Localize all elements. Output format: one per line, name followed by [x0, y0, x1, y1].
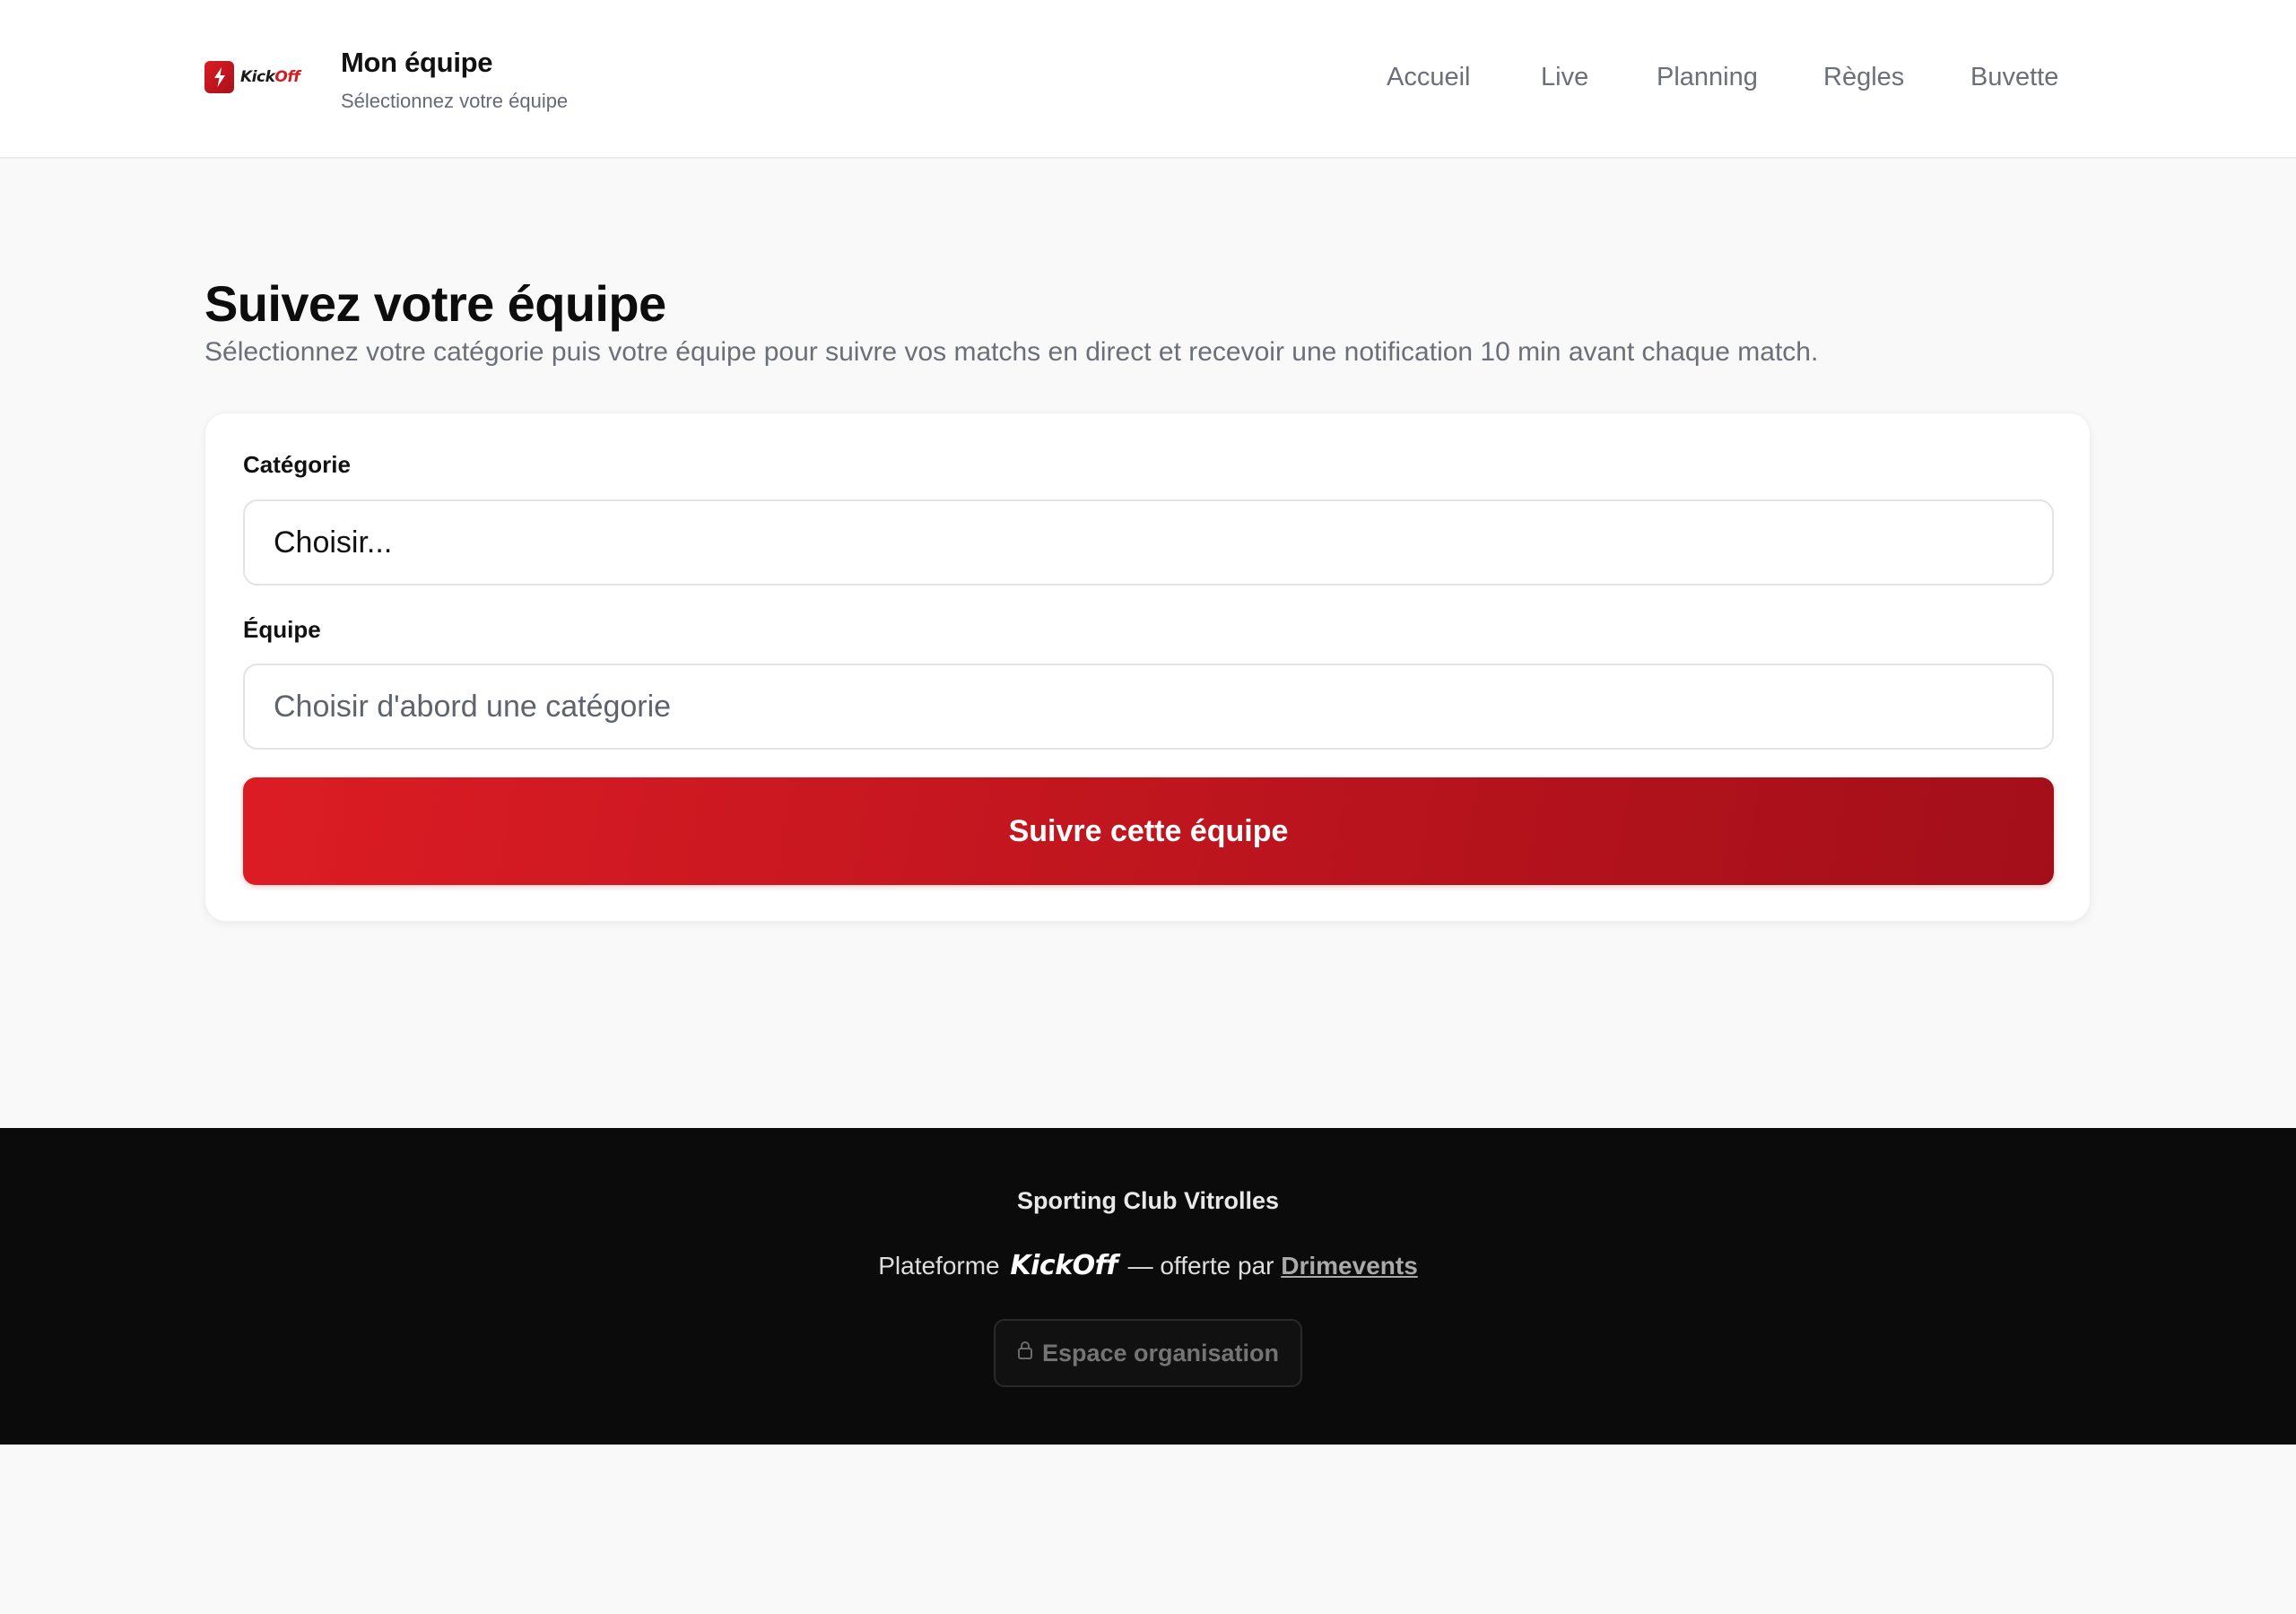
page-title: Mon équipe [341, 47, 493, 78]
team-label: Équipe [243, 616, 321, 643]
lightning-bolt-icon [204, 61, 234, 93]
platform-middle: — offerte par [1127, 1252, 1274, 1280]
lock-icon [1017, 1341, 1033, 1367]
category-label: Catégorie [243, 451, 351, 478]
nav-accueil[interactable]: Accueil [1387, 63, 1471, 92]
follow-team-button[interactable]: Suivre cette équipe [243, 777, 2054, 885]
platform-credit: Plateforme KickOff — offerte par Drimeve… [0, 1250, 2296, 1281]
kickoff-logo[interactable]: KickOff [204, 61, 300, 93]
team-select[interactable]: Choisir d'abord une catégorie [243, 664, 2054, 750]
section-description: Sélectionnez votre catégorie puis votre … [204, 337, 1819, 367]
top-header: KickOff Mon équipe Sélectionnez votre éq… [0, 0, 2296, 159]
nav-buvette[interactable]: Buvette [1970, 63, 2058, 92]
nav-regles[interactable]: Règles [1823, 63, 1904, 92]
page-subtitle: Sélectionnez votre équipe [341, 90, 569, 112]
logo-wordmark: KickOff [240, 68, 300, 86]
category-select[interactable]: Choisir... [243, 499, 2054, 586]
organisation-space-label: Espace organisation [1041, 1339, 1280, 1367]
drimevents-link[interactable]: Drimevents [1281, 1252, 1418, 1280]
site-footer: Sporting Club Vitrolles Plateforme KickO… [0, 1128, 2296, 1445]
nav-live[interactable]: Live [1541, 63, 1588, 92]
section-heading: Suivez votre équipe [204, 275, 666, 332]
club-name: Sporting Club Vitrolles [1016, 1187, 1280, 1214]
kickoff-wordmark: KickOff [1010, 1250, 1118, 1281]
organisation-space-button[interactable]: Espace organisation [994, 1319, 1302, 1387]
platform-prefix: Plateforme [878, 1252, 1000, 1280]
nav-planning[interactable]: Planning [1657, 63, 1758, 92]
page-heading: Mon équipe Sélectionnez votre équipe [341, 47, 568, 113]
team-selection-card: Catégorie Choisir... Équipe Choisir d'ab… [204, 412, 2091, 922]
